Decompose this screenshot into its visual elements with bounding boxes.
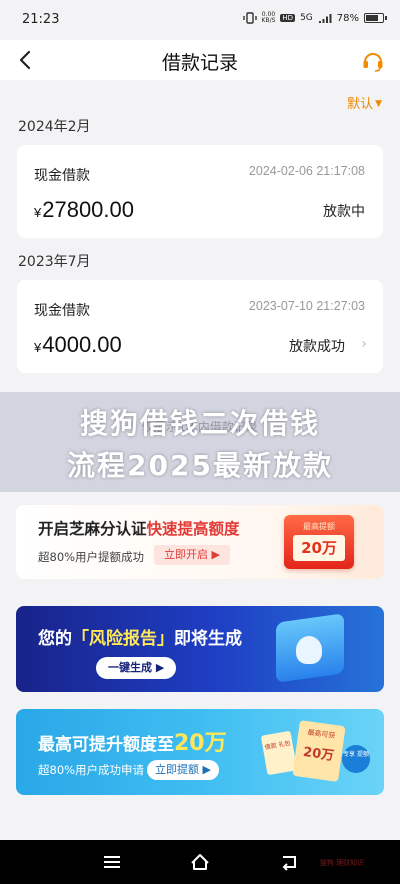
caret-down-icon: ▼: [375, 99, 382, 109]
loan-status: 放款中: [323, 204, 365, 220]
open-now-button[interactable]: 立即开启 ▶: [154, 545, 230, 565]
loan-record-card[interactable]: 现金借款 2023-07-10 21:27:03 ¥4000.00 放款成功 ›: [17, 280, 383, 373]
loan-date: 2023-07-10 21:27:03: [248, 299, 365, 313]
loan-amount: ¥27800.00: [34, 197, 134, 223]
banner-subtitle: 超80%用户成功申请: [38, 763, 145, 777]
home-button[interactable]: [189, 852, 211, 872]
nav-bar: 借款记录: [0, 40, 400, 80]
page-title: 借款记录: [161, 52, 238, 74]
zhima-credit-banner[interactable]: 开启芝麻分认证快速提高额度 超80%用户提额成功 立即开启 ▶ 最高提额 20万: [16, 505, 384, 579]
raise-limit-button[interactable]: 立即提额 ▶: [147, 760, 219, 780]
status-icons: 0.00 KB/S HD 5G 78%: [242, 11, 387, 24]
hd-badge: HD: [280, 14, 296, 22]
overlay-line-1: 搜狗借钱二次借钱: [79, 407, 320, 440]
loan-amount: ¥4000.00: [34, 332, 122, 358]
sort-label: 默认: [347, 97, 374, 112]
month-header: 2023年7月: [18, 254, 91, 270]
overlay-line-2: 流程2025最新放款: [67, 449, 333, 482]
signal-label: 5G: [300, 13, 313, 23]
banner-title: 您的「风险报告」即将生成: [38, 629, 242, 649]
net-speed: 0.00 KB/S: [261, 11, 276, 24]
system-nav-bar: 搜狗·理财知识: [0, 840, 400, 884]
banner-title: 最高可提升额度至20万: [38, 731, 227, 756]
limit-coupon: 最高可获 20万: [292, 720, 346, 782]
generate-report-button[interactable]: 一键生成 ▶: [96, 657, 177, 679]
overlay-watermark: 搜狗借钱二次借钱 流程2025最新放款: [0, 392, 400, 492]
chevron-right-icon: ›: [361, 336, 367, 352]
battery-icon: [364, 13, 387, 23]
customer-service-button[interactable]: [360, 46, 386, 74]
limit-coupon: 最高提额 20万: [284, 515, 354, 569]
back-arrow-icon: [282, 856, 296, 871]
exclusive-badge: 专享 提额: [342, 745, 370, 773]
banner-title: 开启芝麻分认证快速提高额度: [38, 520, 240, 538]
month-header: 2024年2月: [18, 119, 91, 135]
currency-symbol: ¥: [34, 340, 42, 355]
amount-value: 4000.00: [42, 332, 122, 357]
vibrate-icon: [242, 12, 257, 24]
shield-icon: [296, 636, 322, 664]
loan-date: 2024-02-06 21:17:08: [248, 164, 365, 178]
risk-report-banner[interactable]: 您的「风险报告」即将生成 一键生成 ▶: [16, 606, 384, 692]
sort-dropdown[interactable]: 默认 ▼: [347, 93, 382, 112]
loan-record-card[interactable]: 现金借款 2024-02-06 21:17:08 ¥27800.00 放款中: [17, 145, 383, 238]
menu-button[interactable]: [101, 852, 123, 872]
amount-value: 27800.00: [42, 197, 134, 222]
menu-icon: [104, 856, 120, 868]
status-bar: 21:23 0.00 KB/S HD 5G 78%: [0, 0, 400, 40]
status-time: 21:23: [22, 12, 60, 27]
home-icon: [191, 854, 209, 870]
back-nav-button[interactable]: [279, 852, 301, 872]
banner-subtitle: 超80%用户提额成功: [38, 550, 145, 564]
battery-fill: [366, 15, 378, 21]
gift-ticket: 借款 礼包: [260, 730, 298, 776]
battery-percent: 78%: [336, 12, 359, 24]
limit-increase-banner[interactable]: 最高可提升额度至20万 超80%用户成功申请 立即提额 ▶ 借款 礼包 最高可获…: [16, 709, 384, 795]
loan-status: 放款成功: [289, 339, 345, 355]
headset-icon: [363, 53, 383, 72]
signal-icon: [318, 13, 332, 23]
watermark-logo: 搜狗·理财知识: [319, 859, 364, 867]
loan-type: 现金借款: [34, 303, 90, 319]
loan-type: 现金借款: [34, 168, 90, 184]
currency-symbol: ¥: [34, 205, 42, 220]
